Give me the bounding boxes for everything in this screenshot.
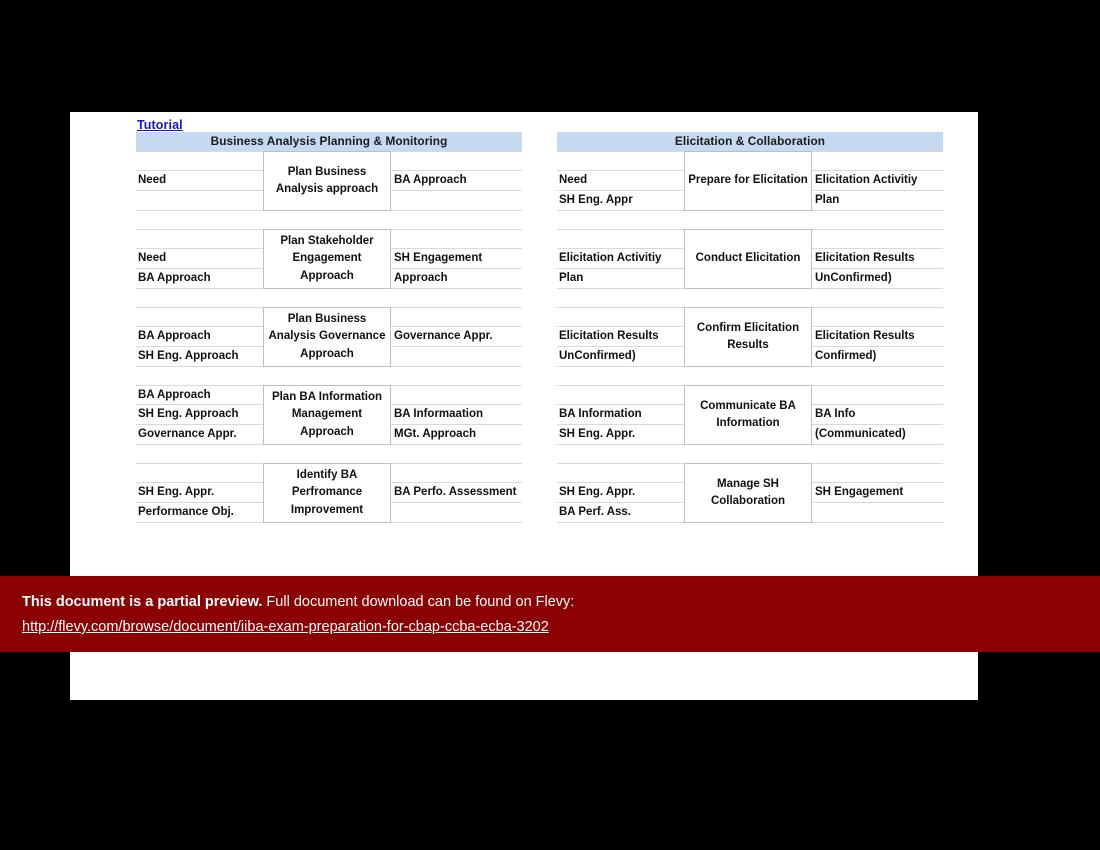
input-cell: Need [138,252,167,264]
output-cell: BA Approach [394,174,467,186]
column-header: Business Analysis Planning & Monitoring [136,132,522,151]
input-cell: BA Approach [138,272,211,284]
input-cell [557,308,684,326]
output-cell [812,308,943,326]
process-box[interactable]: Confirm Elicitation Results [684,307,812,367]
output-cell: MGt. Approach [394,428,476,440]
input-cell [557,464,684,482]
column-elicitation-collaboration: Elicitation & Collaboration Need Elicitat… [557,132,943,541]
input-cell: SH Eng. Appr [559,194,633,206]
input-cell: BA Approach [138,389,211,401]
output-cell [812,464,943,482]
process-group: SH Eng. Appr. BA Perfo. Assessment Perform… [136,463,522,541]
tutorial-link[interactable]: Tutorial [137,118,183,132]
column-business-analysis-planning-monitoring: Business Analysis Planning & Monitoring … [136,132,522,541]
process-group: Need Elicitation Activitiy SH Eng. Appr Pla… [557,151,943,229]
process-box[interactable]: Plan Business Analysis Governance Approa… [263,307,391,367]
output-cell [391,152,522,170]
input-cell [136,230,263,248]
output-cell: Plan [815,194,840,206]
process-group-list: Need Elicitation Activitiy SH Eng. Appr Pla… [557,151,943,541]
process-box[interactable]: Identify BA Perfromance Improvement [263,463,391,523]
input-cell: Need [559,174,588,186]
output-cell: (Communicated) [815,428,906,440]
output-cell [391,230,522,248]
input-cell: SH Eng. Approach [138,350,239,362]
input-cell [136,191,263,210]
output-cell: UnConfirmed) [815,272,892,284]
process-group: Elicitation Results Elicitation Results Un… [557,307,943,385]
output-cell: SH Engagement [394,252,483,264]
input-cell: SH Eng. Approach [138,408,239,420]
input-cell: Plan [559,272,584,284]
input-cell [557,230,684,248]
input-cell [557,152,684,170]
output-cell [391,503,522,522]
output-cell [391,191,522,210]
output-cell: BA Informaation [394,408,484,420]
process-box[interactable]: Plan BA Information Management Approach [263,385,391,445]
output-cell [812,503,943,522]
process-group: BA Information BA Info SH Eng. Appr. (Commu… [557,385,943,463]
input-cell: BA Information [559,408,642,420]
output-cell: Approach [394,272,448,284]
input-cell [136,152,263,170]
banner-rest-text: Full document download can be found on F… [266,594,575,610]
output-cell [812,152,943,170]
input-cell [136,464,263,482]
input-cell: SH Eng. Appr. [559,486,636,498]
output-cell: BA Perfo. Assessment [394,486,517,498]
input-cell: BA Perf. Ass. [559,506,632,518]
input-cell [557,386,684,404]
output-cell: Elicitation Results [815,252,915,264]
column-header: Elicitation & Collaboration [557,132,943,151]
process-group: Need BA Approach Plan Business Analysis ap… [136,151,522,229]
output-cell [391,347,522,366]
process-box[interactable]: Manage SH Collaboration [684,463,812,523]
output-cell [812,230,943,248]
output-cell [391,308,522,326]
input-cell: Elicitation Results [559,330,659,342]
output-cell [391,386,522,404]
input-cell: Performance Obj. [138,506,234,518]
preview-banner: This document is a partial preview. Full… [0,576,1100,652]
process-group: BA Approach Governance Appr. SH Eng. Appro… [136,307,522,385]
input-cell: Need [138,174,167,186]
process-box[interactable]: Communicate BA Information [684,385,812,445]
process-group: Need SH Engagement BA Approach Approach Plan… [136,229,522,307]
process-group-list: Need BA Approach Plan Business Analysis ap… [136,151,522,541]
output-cell: SH Engagement [815,486,904,498]
process-group: BA Approach SH Eng. Approach BA Informaati… [136,385,522,463]
process-box[interactable]: Conduct Elicitation [684,229,812,289]
banner-download-url[interactable]: http://flevy.com/browse/document/iiba-ex… [22,619,549,635]
input-cell: UnConfirmed) [559,350,636,362]
process-box[interactable]: Prepare for Elicitation [684,151,812,211]
output-cell: Elicitation Activitiy [815,174,918,186]
output-cell: Governance Appr. [394,330,493,342]
output-cell: Confirmed) [815,350,877,362]
screenshot-stage: Tutorial Business Analysis Planning & Mo… [0,0,1100,850]
input-cell [136,308,263,326]
output-cell: BA Info [815,408,856,420]
output-cell [391,464,522,482]
process-box[interactable]: Plan Stakeholder Engagement Approach [263,229,391,289]
output-cell: Elicitation Results [815,330,915,342]
banner-bold-text: This document is a partial preview. [22,594,263,610]
input-cell: SH Eng. Appr. [559,428,636,440]
process-group: Elicitation Activitiy Elicitation Results… [557,229,943,307]
input-cell: Elicitation Activitiy [559,252,662,264]
input-cell: BA Approach [138,330,211,342]
input-cell: Governance Appr. [138,428,237,440]
output-cell [812,386,943,404]
banner-message: This document is a partial preview. Full… [22,594,574,610]
process-box[interactable]: Plan Business Analysis approach [263,151,391,211]
process-group: SH Eng. Appr. SH Engagement BA Perf. Ass. M… [557,463,943,541]
input-cell: SH Eng. Appr. [138,486,215,498]
